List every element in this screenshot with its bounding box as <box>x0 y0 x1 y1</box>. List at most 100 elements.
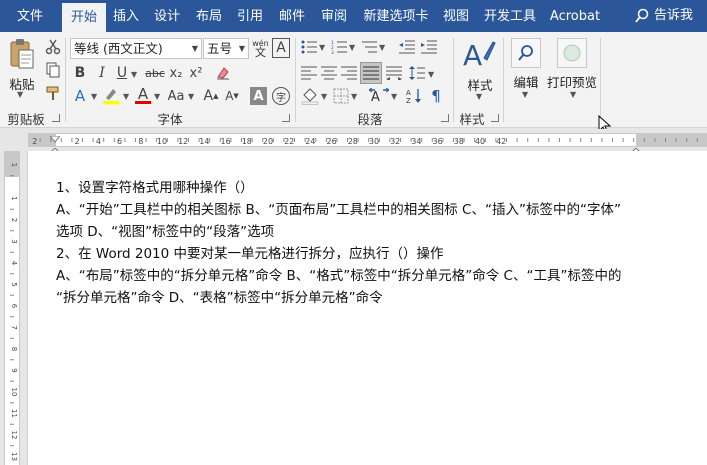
lightbulb-search-icon <box>635 8 649 23</box>
align-center-icon[interactable] <box>320 64 338 82</box>
phonetic-guide-button[interactable]: wén 文 <box>251 37 270 59</box>
font-color-button[interactable]: A <box>133 85 153 106</box>
line-spacing-icon[interactable] <box>408 64 426 82</box>
document-line: A、“开始”工具栏中的相关图标 B、“页面布局”工具栏中的相关图标 C、“插入”… <box>56 202 621 218</box>
shrink-font-button[interactable]: A ▼ <box>223 86 241 106</box>
show-formatting-marks-icon[interactable]: ¶ <box>427 87 445 105</box>
chevron-down-icon: ▼ <box>191 44 198 53</box>
highlight-color-icon[interactable] <box>100 86 122 106</box>
font-dialog-launcher[interactable] <box>282 114 290 122</box>
italic-button[interactable]: I <box>94 64 110 82</box>
underline-button[interactable]: U <box>114 64 130 82</box>
tab-acrobat[interactable]: Acrobat <box>546 0 604 32</box>
editing-dropdown-arrow[interactable]: ▼ <box>522 90 528 99</box>
clear-formatting-icon[interactable] <box>214 64 232 82</box>
find-icon[interactable] <box>511 38 541 68</box>
enclose-characters-button[interactable]: 字 <box>272 87 290 105</box>
ruler-number: 36 <box>433 137 443 146</box>
paragraph-dialog-launcher[interactable] <box>441 114 449 122</box>
grow-font-button[interactable]: A ▲ <box>202 86 220 106</box>
tab-view[interactable]: 视图 <box>436 0 476 32</box>
decrease-indent-icon[interactable] <box>398 38 416 56</box>
align-right-icon[interactable] <box>340 64 358 82</box>
tab-references[interactable]: 引用 <box>230 0 270 32</box>
first-line-indent-marker[interactable] <box>48 129 62 143</box>
change-case-dropdown-arrow[interactable]: ▼ <box>188 92 194 101</box>
right-indent-marker[interactable] <box>630 142 642 158</box>
tab-file[interactable]: 文件 <box>8 0 52 32</box>
underline-dropdown-arrow[interactable]: ▼ <box>131 70 137 79</box>
distributed-icon[interactable] <box>385 64 403 82</box>
justify-icon[interactable] <box>360 62 382 84</box>
print-preview-icon[interactable] <box>557 38 587 68</box>
strikethrough-button[interactable]: abc <box>143 64 167 82</box>
superscript-button[interactable]: x² <box>188 64 204 82</box>
borders-dropdown-arrow[interactable]: ▼ <box>351 92 357 101</box>
hanging-indent-marker[interactable] <box>49 142 61 158</box>
tab-insert[interactable]: 插入 <box>106 0 146 32</box>
font-size-combo[interactable]: 五号 ▼ <box>203 38 249 59</box>
numbering-dropdown-arrow[interactable]: ▼ <box>349 43 355 52</box>
numbering-icon[interactable]: 123 <box>330 38 348 56</box>
styles-dropdown-arrow[interactable]: ▼ <box>476 92 482 101</box>
ruler-number: 14 <box>199 137 209 146</box>
asian-layout-dropdown-arrow[interactable]: ▼ <box>391 92 397 101</box>
tab-home[interactable]: 开始 <box>62 3 106 32</box>
highlight-dropdown-arrow[interactable]: ▼ <box>123 92 129 101</box>
vertical-ruler: 1 1 2 3 4 5 6 7 8 9 10 11 12 13 <box>4 151 20 465</box>
horizontal-ruler-ticks: 2 2 4 6 8 10 12 14 16 18 20 22 24 26 28 30 32 34 36 38 40 42 <box>32 137 698 146</box>
editing-button-label[interactable]: 编辑 <box>506 72 546 91</box>
bold-button[interactable]: B <box>72 64 88 82</box>
multilevel-dropdown-arrow[interactable]: ▼ <box>379 43 385 52</box>
ruler-number: 4 <box>96 137 101 146</box>
sort-icon[interactable]: AZ <box>405 87 423 105</box>
styles-icon[interactable]: A <box>462 38 496 72</box>
document-line: A、“布局”标签中的“拆分单元格”命令 B、“格式”标签中“拆分单元格”命令 C… <box>56 268 622 284</box>
line-spacing-dropdown-arrow[interactable]: ▼ <box>428 70 434 79</box>
subscript-button[interactable]: x₂ <box>168 64 184 82</box>
tell-me-box[interactable]: 告诉我 <box>634 0 693 32</box>
align-left-icon[interactable] <box>300 64 318 82</box>
svg-text:A: A <box>406 89 411 97</box>
clipboard-dialog-launcher[interactable] <box>52 114 60 122</box>
text-effects-button[interactable]: A <box>70 86 90 106</box>
print-preview-button-label[interactable]: 打印预览 <box>544 72 600 91</box>
clipboard-group-label: 剪贴板 <box>7 112 45 127</box>
ruler-number: 1 <box>10 163 18 167</box>
font-name-combo[interactable]: 等线 (西文正文) ▼ <box>70 38 202 59</box>
text-effects-dropdown-arrow[interactable]: ▼ <box>91 92 97 101</box>
paste-dropdown-arrow[interactable]: ▼ <box>17 90 23 99</box>
change-case-button[interactable]: Aa <box>165 86 187 106</box>
copy-icon[interactable] <box>44 61 62 79</box>
increase-indent-icon[interactable] <box>420 38 438 56</box>
group-divider <box>503 38 504 122</box>
bullets-icon[interactable] <box>300 38 318 56</box>
document-line: 选项 D、“视图”标签中的“段落”选项 <box>56 224 275 240</box>
borders-icon[interactable] <box>332 87 350 105</box>
tab-review[interactable]: 审阅 <box>314 0 354 32</box>
styles-dialog-launcher[interactable] <box>491 114 499 122</box>
grow-font-label: A <box>203 88 214 104</box>
ruler-number: 6 <box>10 304 18 309</box>
multilevel-list-icon[interactable] <box>360 38 378 56</box>
cut-icon[interactable] <box>44 38 62 56</box>
character-border-button[interactable]: A <box>272 38 290 58</box>
shading-dropdown-arrow[interactable]: ▼ <box>321 92 327 101</box>
character-shading-button[interactable]: A <box>250 87 267 105</box>
asian-layout-icon[interactable]: A <box>368 87 390 105</box>
shading-bucket-icon[interactable] <box>300 87 320 105</box>
tab-layout[interactable]: 布局 <box>189 0 229 32</box>
bullets-dropdown-arrow[interactable]: ▼ <box>319 43 325 52</box>
tab-new-tab[interactable]: 新建选项卡 <box>360 0 432 32</box>
print-preview-dropdown-arrow[interactable]: ▼ <box>570 90 576 99</box>
tab-mailings[interactable]: 邮件 <box>272 0 312 32</box>
tab-developer[interactable]: 开发工具 <box>480 0 540 32</box>
paste-icon[interactable] <box>8 38 36 72</box>
tab-design[interactable]: 设计 <box>147 0 187 32</box>
format-painter-icon[interactable] <box>44 84 62 102</box>
vertical-ruler-ticks: 112345678910111213 <box>10 163 18 461</box>
ruler-number: 8 <box>138 137 143 146</box>
ruler-number: 2 <box>10 218 18 222</box>
font-group-label: 字体 <box>157 112 183 127</box>
font-color-dropdown-arrow[interactable]: ▼ <box>154 92 160 101</box>
